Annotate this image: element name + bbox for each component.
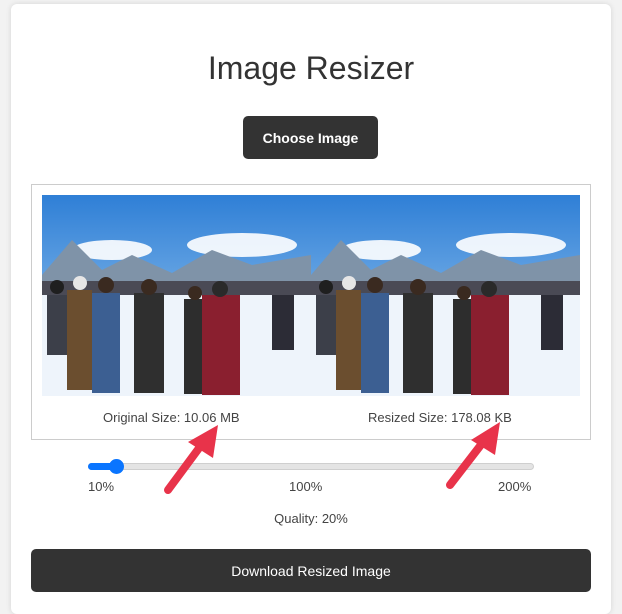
original-size-label: Original Size: 10.06 MB [103,410,240,425]
download-button[interactable]: Download Resized Image [31,549,591,592]
slider-max-label: 200% [498,479,532,494]
resize-slider[interactable] [88,463,534,470]
page-title: Image Resizer [207,50,415,86]
choose-image-button[interactable]: Choose Image [243,116,378,159]
resized-image [311,195,580,396]
preview-panel: Original Size: 10.06 MB Resized Size: 17… [31,184,591,440]
resized-size-label: Resized Size: 178.08 KB [368,410,512,425]
original-image [42,195,311,396]
quality-label: Quality: 20% [274,511,348,526]
slider-mid-label: 100% [289,479,323,494]
slider-min-label: 10% [88,479,115,494]
